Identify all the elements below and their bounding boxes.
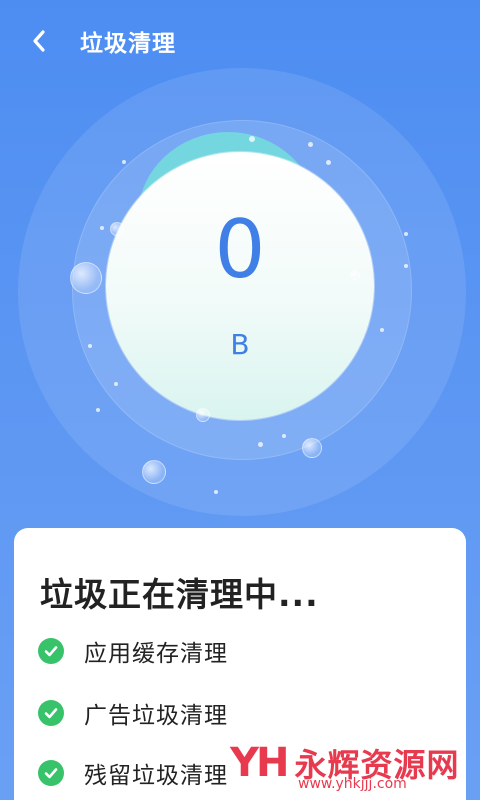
bubble	[302, 438, 322, 458]
task-item-cache: 应用缓存清理	[38, 634, 228, 668]
bubble	[70, 262, 102, 294]
watermark-logo: YH	[230, 740, 289, 786]
sparkle-dot	[326, 160, 331, 165]
watermark-url: www.yhkjjj.com	[298, 776, 407, 792]
sparkle-dot	[308, 142, 313, 147]
bubble	[110, 222, 124, 236]
task-label: 残留垃圾清理	[84, 763, 228, 789]
sparkle-dot	[114, 382, 118, 386]
sparkle-dot	[404, 264, 408, 268]
task-label: 应用缓存清理	[84, 641, 228, 667]
card-title: 垃圾正在清理中...	[40, 575, 319, 614]
page-title: 垃圾清理	[80, 31, 176, 57]
task-item-ads: 广告垃圾清理	[38, 696, 228, 730]
back-button[interactable]	[24, 26, 54, 56]
bubble	[350, 270, 360, 280]
sparkle-dot	[282, 434, 286, 438]
sparkle-dot	[122, 160, 126, 164]
task-item-residual: 残留垃圾清理	[38, 756, 228, 790]
sparkle-dot	[100, 226, 104, 230]
chevron-left-icon	[33, 30, 45, 52]
task-label: 广告垃圾清理	[84, 703, 228, 729]
sparkle-dot	[380, 328, 384, 332]
sparkle-dot	[214, 490, 218, 494]
check-icon	[38, 638, 64, 664]
junk-size-value: 0	[214, 203, 266, 296]
check-icon	[38, 760, 64, 786]
sparkle-dot	[249, 136, 255, 142]
junk-size-unit: B	[230, 328, 250, 361]
bubble	[196, 408, 210, 422]
check-icon	[38, 700, 64, 726]
sparkle-dot	[96, 408, 100, 412]
sparkle-dot	[88, 344, 92, 348]
bubble	[142, 460, 166, 484]
sparkle-dot	[258, 442, 263, 447]
sparkle-dot	[404, 232, 408, 236]
